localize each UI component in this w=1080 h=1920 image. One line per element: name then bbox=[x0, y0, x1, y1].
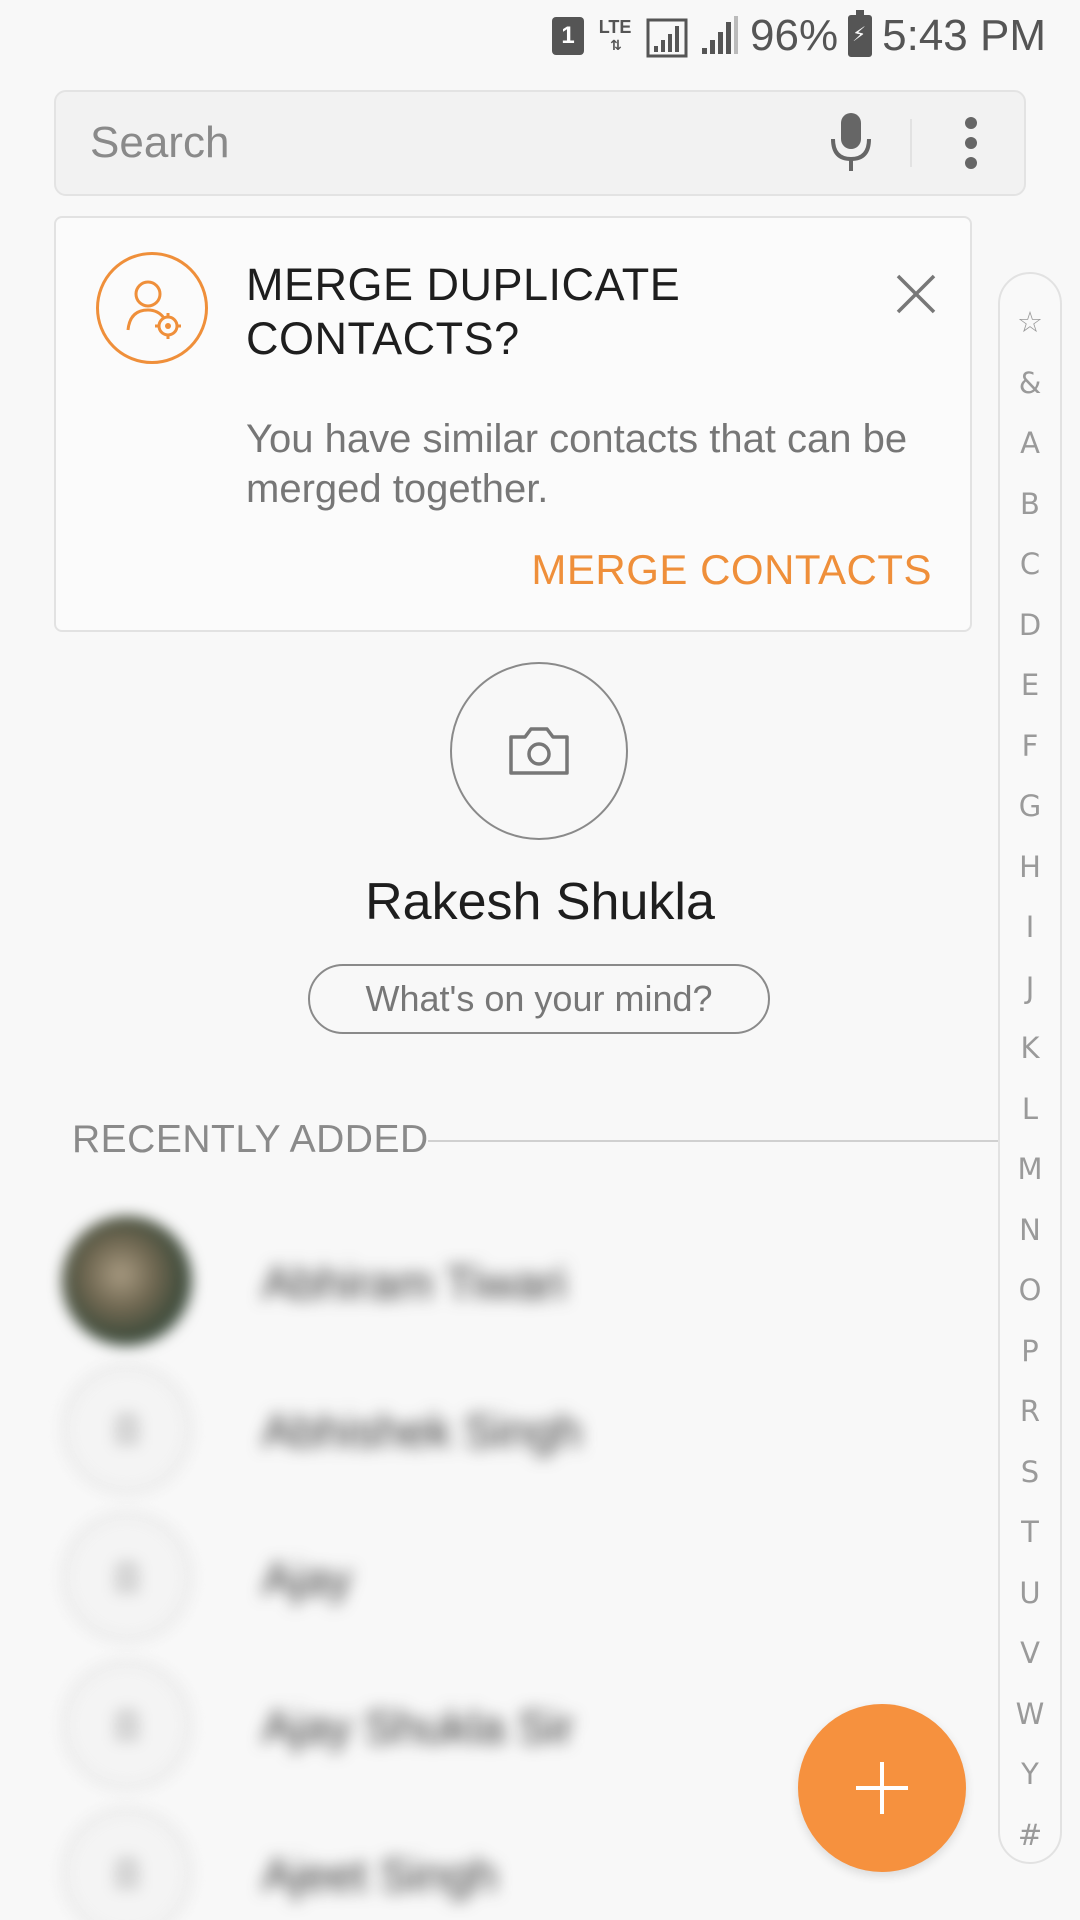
contact-row[interactable]: Abhishek Singh bbox=[62, 1364, 912, 1494]
sim-badge: 1 bbox=[552, 17, 585, 55]
index-letter[interactable]: & bbox=[1019, 353, 1042, 414]
index-letter[interactable]: R bbox=[1020, 1381, 1040, 1442]
index-letter[interactable]: U bbox=[1019, 1563, 1040, 1624]
contact-name: Ajay Shukla Sir bbox=[262, 1701, 574, 1753]
contact-name: Ajeet Singh bbox=[262, 1849, 498, 1901]
status-prompt-button[interactable]: What's on your mind? bbox=[308, 964, 770, 1034]
merge-card-title: MERGE DUPLICATE CONTACTS? bbox=[246, 259, 681, 364]
contact-avatar bbox=[62, 1660, 192, 1790]
profile-photo-button[interactable] bbox=[450, 662, 628, 840]
network-type: LTE bbox=[598, 17, 632, 37]
contact-avatar bbox=[62, 1512, 192, 1642]
close-icon[interactable] bbox=[886, 264, 946, 324]
index-letter[interactable]: F bbox=[1022, 716, 1039, 777]
recently-added-header: RECENTLY ADDED bbox=[72, 1118, 429, 1161]
contact-row[interactable]: Ajay Shukla Sir bbox=[62, 1660, 912, 1790]
index-letter[interactable]: K bbox=[1020, 1018, 1039, 1079]
camera-icon bbox=[509, 727, 569, 775]
status-bar: 1 LTE⇅ 96% 5:43 PM bbox=[0, 0, 1080, 72]
index-letter[interactable]: B bbox=[1020, 474, 1040, 535]
search-bar bbox=[54, 90, 1026, 196]
index-letter[interactable]: T bbox=[1021, 1502, 1039, 1563]
index-letter[interactable]: I bbox=[1026, 897, 1035, 958]
index-letter[interactable]: G bbox=[1019, 776, 1041, 837]
index-letter[interactable]: J bbox=[1026, 958, 1035, 1019]
index-letter[interactable]: # bbox=[1018, 1805, 1042, 1866]
index-letter[interactable]: P bbox=[1021, 1321, 1039, 1382]
index-letter[interactable]: A bbox=[1020, 413, 1040, 474]
index-letter[interactable]: N bbox=[1019, 1200, 1041, 1261]
add-contact-button[interactable] bbox=[798, 1704, 966, 1872]
battery-percent: 96% bbox=[750, 11, 839, 60]
contact-avatar bbox=[62, 1216, 192, 1346]
contact-name: Ajay bbox=[262, 1553, 352, 1605]
index-letter[interactable]: M bbox=[1017, 1139, 1042, 1200]
index-letter[interactable]: W bbox=[1016, 1684, 1045, 1745]
contact-avatar bbox=[62, 1808, 192, 1920]
alphabet-index[interactable]: ☆ & A B C D E F G H I J K L M N O P R S T U V W Y # bbox=[998, 272, 1062, 1864]
lte-icon: LTE ⇅ bbox=[598, 17, 632, 53]
index-letter[interactable]: D bbox=[1019, 595, 1041, 656]
merge-duplicates-card: MERGE DUPLICATE CONTACTS? You have simil… bbox=[54, 216, 972, 632]
section-divider bbox=[428, 1140, 998, 1142]
index-letter[interactable]: O bbox=[1019, 1260, 1042, 1321]
clock: 5:43 PM bbox=[882, 11, 1046, 60]
contact-row[interactable]: Abhiram Tiwari bbox=[62, 1216, 912, 1346]
signal-sim1-icon bbox=[646, 18, 688, 58]
index-letter[interactable]: ☆ bbox=[1017, 292, 1043, 353]
battery-charging-icon bbox=[848, 10, 873, 57]
index-letter[interactable]: V bbox=[1020, 1623, 1040, 1684]
signal-sim2-icon bbox=[702, 16, 739, 54]
contact-name: Abhishek Singh bbox=[262, 1405, 582, 1457]
merge-contacts-icon bbox=[96, 252, 208, 364]
contacts-screen: 1 LTE⇅ 96% 5:43 PM bbox=[0, 0, 1080, 1920]
contact-name: Abhiram Tiwari bbox=[262, 1257, 567, 1309]
mic-icon[interactable] bbox=[806, 93, 896, 193]
index-letter[interactable]: S bbox=[1021, 1442, 1039, 1503]
contact-row[interactable]: Ajeet Singh bbox=[62, 1808, 912, 1920]
more-vert-icon[interactable] bbox=[926, 93, 1016, 193]
merge-card-description: You have similar contacts that can be me… bbox=[246, 417, 908, 511]
index-letter[interactable]: E bbox=[1021, 655, 1039, 716]
contact-avatar bbox=[62, 1364, 192, 1494]
plus-icon bbox=[856, 1762, 908, 1814]
index-letter[interactable]: H bbox=[1019, 837, 1041, 898]
merge-contacts-button[interactable]: MERGE CONTACTS bbox=[531, 546, 932, 594]
index-letter[interactable]: C bbox=[1020, 534, 1040, 595]
profile-name[interactable]: Rakesh Shukla bbox=[0, 872, 1080, 932]
index-letter[interactable]: Y bbox=[1021, 1744, 1039, 1805]
search-divider bbox=[910, 119, 912, 167]
contact-row[interactable]: Ajay bbox=[62, 1512, 912, 1642]
index-letter[interactable]: L bbox=[1022, 1079, 1038, 1140]
search-input[interactable] bbox=[56, 92, 806, 194]
